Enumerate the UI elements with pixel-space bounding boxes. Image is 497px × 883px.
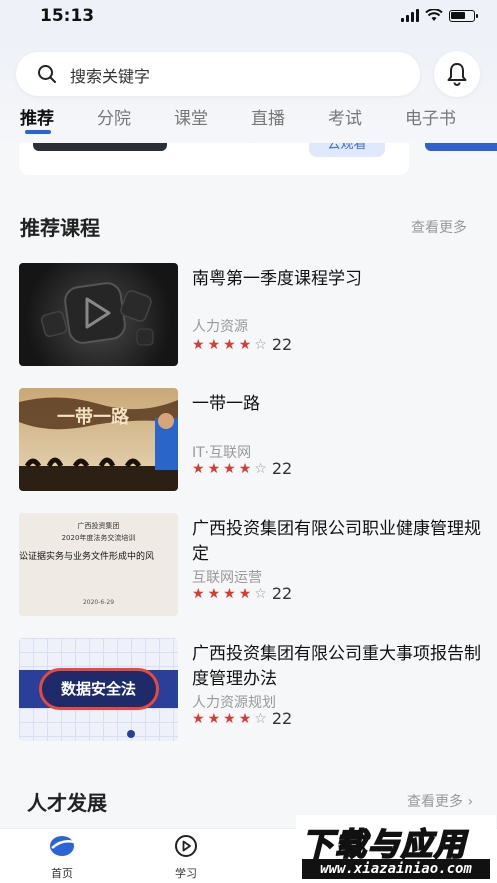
section-title-recommended: 推荐课程 (20, 216, 100, 240)
play-cube-icon (40, 282, 154, 346)
course-item[interactable]: 南粤第一季度课程学习 人力资源 ★ ★ ★ ★ ☆ 22 (19, 263, 489, 367)
course-thumbnail: 数据安全法 (19, 638, 178, 741)
signal-icon (401, 9, 419, 22)
watermark-logo: 下载与应用 www.xiazainiao.com (296, 815, 496, 883)
star-filled-icon: ★ (223, 585, 236, 602)
star-filled-icon: ★ (192, 710, 205, 727)
course-title: 一带一路 (192, 394, 260, 414)
tab-indicator (25, 130, 51, 134)
play-circle-icon (175, 835, 197, 857)
banner-image (33, 143, 167, 151)
star-filled-icon: ★ (207, 460, 221, 477)
rating-count: 22 (271, 459, 293, 478)
thumbnail-line: 讼证据实务与业务文件形成中的风 (19, 552, 155, 562)
banner-card-next[interactable] (425, 143, 497, 151)
search-input[interactable]: 搜索关键字 (16, 52, 420, 96)
star-filled-icon: ★ (223, 710, 236, 727)
status-bar: 15:13 (0, 0, 497, 38)
tab-branch[interactable]: 分院 (97, 104, 131, 129)
star-filled-icon: ★ (207, 336, 221, 353)
course-title: 广西投资集团有限公司重大事项报告制度管理办法 (192, 644, 481, 689)
tab-ebook[interactable]: 电子书 (405, 104, 456, 129)
thumbnail-line: 2020-6-29 (82, 599, 115, 606)
wifi-icon (425, 9, 443, 21)
home-logo-icon (50, 836, 75, 856)
star-empty-icon: ☆ (254, 585, 267, 602)
course-thumbnail: 一带一路 (19, 388, 178, 491)
thumbnail-text: 数据安全法 (60, 680, 136, 698)
course-item[interactable]: 数据安全法 广西投资集团有限公司重大事项报告制度管理办法 人力资源规划 ★ ★ … (19, 638, 489, 742)
banner-watch-button[interactable]: 云观看 (309, 143, 385, 157)
thumbnail-line: 广西投资集团 (77, 522, 120, 530)
bell-icon (447, 63, 467, 86)
star-filled-icon: ★ (192, 460, 205, 477)
star-filled-icon: ★ (192, 336, 205, 353)
course-item[interactable]: 广西投资集团 2020年度法务交流培训 讼证据实务与业务文件形成中的风 2020… (19, 513, 489, 617)
nav-study[interactable]: 学习 (156, 833, 216, 881)
rating-count: 22 (271, 709, 293, 728)
tab-recommend[interactable]: 推荐 (20, 104, 54, 129)
course-title: 南粤第一季度课程学习 (192, 269, 362, 289)
star-filled-icon: ★ (223, 460, 236, 477)
course-rating: ★ ★ ★ ★ ☆ 22 (192, 709, 292, 728)
decor-dot (127, 730, 135, 738)
course-item[interactable]: 一带一路 一带一路 IT·互联网 ★ ★ ★ ★ ☆ 22 (19, 388, 489, 492)
star-empty-icon: ☆ (254, 710, 267, 727)
course-title: 广西投资集团有限公司职业健康管理规定 (192, 519, 481, 564)
watermark-url: www.xiazainiao.com (302, 859, 490, 879)
notification-button[interactable] (434, 51, 480, 97)
banner-watch-label: 云观看 (327, 143, 367, 152)
star-filled-icon: ★ (207, 585, 221, 602)
course-rating: ★ ★ ★ ★ ☆ 22 (192, 335, 292, 354)
talent-more-link[interactable]: 查看更多 › (407, 791, 473, 811)
course-category: 人力资源 (192, 319, 248, 335)
status-icons (401, 9, 478, 22)
star-filled-icon: ★ (238, 460, 252, 477)
tab-live[interactable]: 直播 (251, 104, 285, 129)
rating-count: 22 (271, 584, 293, 603)
recommended-more-link[interactable]: 查看更多 (411, 217, 467, 237)
section-title-talent: 人才发展 (27, 791, 107, 815)
status-time: 15:13 (40, 6, 95, 26)
star-filled-icon: ★ (238, 336, 252, 353)
star-empty-icon: ☆ (254, 336, 267, 353)
course-thumbnail: 广西投资集团 2020年度法务交流培训 讼证据实务与业务文件形成中的风 2020… (19, 513, 178, 616)
nav-home[interactable]: 首页 (32, 833, 92, 881)
chevron-right-icon: › (467, 794, 474, 810)
star-filled-icon: ★ (238, 710, 252, 727)
star-filled-icon: ★ (238, 585, 252, 602)
tab-exam[interactable]: 考试 (328, 104, 362, 129)
course-rating: ★ ★ ★ ★ ☆ 22 (192, 584, 292, 603)
course-rating: ★ ★ ★ ★ ☆ 22 (192, 459, 292, 478)
nav-home-label: 首页 (51, 867, 73, 880)
rating-count: 22 (271, 335, 293, 354)
thumbnail-text: 一带一路 (57, 407, 129, 428)
star-filled-icon: ★ (192, 585, 205, 602)
watermark-title: 下载与应用 (301, 826, 467, 864)
nav-study-label: 学习 (175, 867, 197, 880)
talent-more-label: 查看更多 (407, 794, 463, 810)
star-filled-icon: ★ (223, 336, 236, 353)
search-placeholder: 搜索关键字 (70, 67, 151, 86)
star-empty-icon: ☆ (254, 460, 267, 477)
thumbnail-line: 2020年度法务交流培训 (61, 534, 136, 542)
star-filled-icon: ★ (207, 710, 221, 727)
category-tabs: 推荐 分院 课堂 直播 考试 电子书 (0, 104, 497, 138)
battery-icon (449, 9, 478, 22)
course-thumbnail (19, 263, 178, 366)
search-icon (38, 65, 56, 83)
tab-classroom[interactable]: 课堂 (174, 104, 208, 129)
